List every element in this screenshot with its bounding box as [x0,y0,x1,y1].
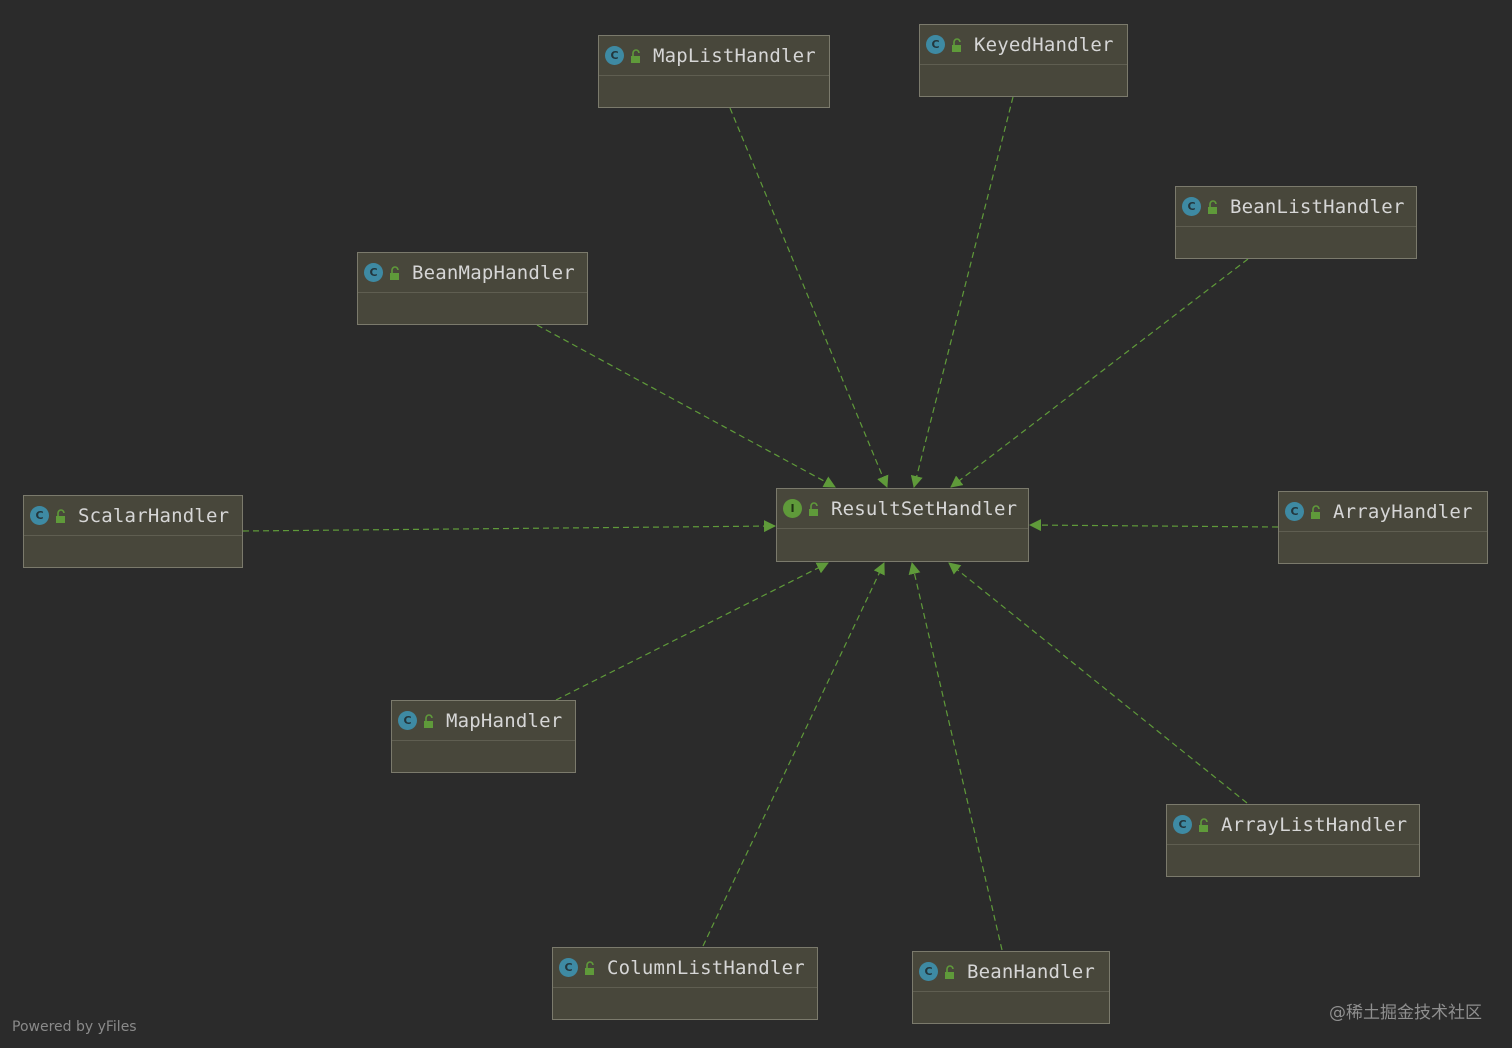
node-body [392,741,575,771]
edge-maplist [729,107,889,488]
unlocked-icon [56,508,65,523]
node-body [358,293,587,323]
node-body [599,76,829,106]
node-label: BeanHandler [967,960,1096,983]
interface-icon: I [783,499,802,518]
node-scalarhandler[interactable]: C ScalarHandler [23,495,243,568]
node-header: C BeanHandler [913,952,1109,992]
node-arrayhandler[interactable]: C ArrayHandler [1278,491,1488,564]
unlocked-icon [631,48,640,63]
unlocked-icon [1311,504,1320,519]
node-header: C ArrayHandler [1279,492,1487,532]
node-label: MapListHandler [653,44,816,67]
class-icon: C [1285,502,1304,521]
edge-arraylist [948,562,1248,804]
class-icon: C [926,35,945,54]
class-icon: C [364,263,383,282]
node-arraylisthandler[interactable]: C ArrayListHandler [1166,804,1420,877]
edge-scalar [242,520,776,533]
node-columnlisthandler[interactable]: C ColumnListHandler [552,947,818,1020]
class-icon: C [398,711,417,730]
unlocked-icon [1199,817,1208,832]
node-resultsethandler[interactable]: I ResultSetHandler [776,488,1029,562]
node-header: C BeanMapHandler [358,253,587,293]
node-label: KeyedHandler [974,33,1114,56]
node-header: C MapListHandler [599,36,829,76]
node-body [1279,532,1487,562]
node-header: C ArrayListHandler [1167,805,1419,845]
node-body [553,988,817,1018]
node-header: C ColumnListHandler [553,948,817,988]
node-beanlisthandler[interactable]: C BeanListHandler [1175,186,1417,259]
node-header: C MapHandler [392,701,575,741]
unlocked-icon [945,964,954,979]
node-label: ScalarHandler [78,504,230,527]
node-body [913,992,1109,1022]
edge-beanlist [950,258,1249,488]
edge-array [1029,519,1279,532]
node-body [1167,845,1419,875]
diagram-canvas: I ResultSetHandler C MapListHandler C Ke… [0,0,1512,1048]
node-body [24,536,242,566]
edge-columnlist [702,562,885,947]
node-label: MapHandler [446,709,563,732]
unlocked-icon [585,960,594,975]
edge-keyed [910,96,1014,488]
node-label: ColumnListHandler [607,956,805,979]
unlocked-icon [1208,199,1217,214]
watermark-label: @稀土掘金技术社区 [1329,1003,1482,1023]
unlocked-icon [809,501,818,516]
node-beanhandler[interactable]: C BeanHandler [912,951,1110,1024]
edge-beanmap [536,324,836,488]
node-keyedhandler[interactable]: C KeyedHandler [919,24,1128,97]
edge-map [555,562,829,701]
unlocked-icon [390,265,399,280]
node-label: ResultSetHandler [831,497,1018,520]
node-label: ArrayHandler [1333,500,1473,523]
node-label: BeanMapHandler [412,261,575,284]
node-header: C BeanListHandler [1176,187,1416,227]
node-body [777,529,1028,559]
class-icon: C [30,506,49,525]
node-maphandler[interactable]: C MapHandler [391,700,576,773]
unlocked-icon [952,37,961,52]
node-body [920,65,1127,95]
node-beanmaphandler[interactable]: C BeanMapHandler [357,252,588,325]
class-icon: C [1182,197,1201,216]
node-header: C ScalarHandler [24,496,242,536]
node-body [1176,227,1416,257]
node-label: BeanListHandler [1230,195,1405,218]
class-icon: C [559,958,578,977]
node-header: C KeyedHandler [920,25,1127,65]
class-icon: C [1173,815,1192,834]
unlocked-icon [424,713,433,728]
node-label: ArrayListHandler [1221,813,1408,836]
node-maplisthandler[interactable]: C MapListHandler [598,35,830,108]
node-header: I ResultSetHandler [777,489,1028,529]
class-icon: C [605,46,624,65]
edge-bean [908,562,1003,951]
powered-by-label: Powered by yFiles [12,1019,137,1035]
class-icon: C [919,962,938,981]
